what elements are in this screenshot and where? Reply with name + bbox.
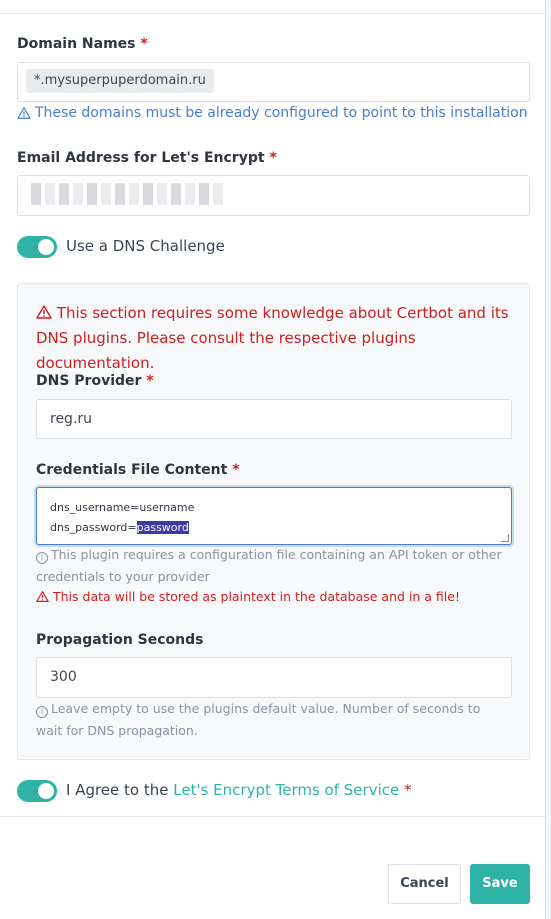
resize-grip-icon[interactable] bbox=[501, 534, 509, 542]
warning-triangle-icon bbox=[36, 305, 52, 319]
credentials-label-text: Credentials File Content bbox=[36, 462, 228, 478]
agree-tos-label: I Agree to the Let's Encrypt Terms of Se… bbox=[66, 781, 412, 799]
info-icon: i bbox=[36, 706, 48, 718]
required-mark: * bbox=[269, 150, 277, 166]
credentials-hint-text: This plugin requires a configuration fil… bbox=[36, 547, 502, 584]
required-mark: * bbox=[232, 462, 240, 478]
credentials-line-1: dns_username=username bbox=[50, 501, 195, 514]
credentials-hint: i This plugin requires a configuration fi… bbox=[36, 544, 506, 588]
plaintext-warning: This data will be stored as plaintext in… bbox=[36, 589, 460, 604]
modal-scrollbar-edge bbox=[545, 0, 551, 919]
propagation-label: Propagation Seconds bbox=[36, 632, 204, 648]
domain-tag[interactable]: *.mysuperpuperdomain.ru bbox=[26, 69, 214, 93]
modal-footer-divider bbox=[0, 816, 545, 817]
required-mark: * bbox=[404, 781, 412, 799]
selected-text: password bbox=[136, 521, 189, 534]
domain-names-label: Domain Names * bbox=[17, 36, 148, 52]
credentials-line-2-prefix: dns_password= bbox=[50, 521, 137, 534]
agree-tos-toggle[interactable] bbox=[17, 780, 57, 802]
domain-names-hint-text: These domains must be already configured… bbox=[35, 105, 528, 121]
cancel-button[interactable]: Cancel bbox=[388, 864, 461, 904]
dns-provider-select[interactable] bbox=[36, 399, 512, 439]
required-mark: * bbox=[140, 36, 148, 52]
modal-top-divider bbox=[0, 13, 545, 14]
dns-provider-value: reg.ru bbox=[50, 411, 93, 427]
certbot-warning: This section requires some knowledge abo… bbox=[36, 301, 516, 376]
propagation-hint-text: Leave empty to use the plugins default v… bbox=[36, 701, 481, 738]
propagation-hint: i Leave empty to use the plugins default … bbox=[36, 698, 506, 742]
dns-challenge-label: Use a DNS Challenge bbox=[66, 237, 225, 255]
warning-triangle-icon bbox=[17, 107, 31, 119]
agree-prefix: I Agree to the bbox=[66, 781, 169, 799]
credentials-label: Credentials File Content * bbox=[36, 462, 240, 478]
info-icon: i bbox=[36, 552, 48, 564]
warning-triangle-icon bbox=[36, 591, 49, 602]
propagation-seconds-value: 300 bbox=[50, 669, 77, 685]
email-label-text: Email Address for Let's Encrypt bbox=[17, 150, 265, 166]
email-value-redacted bbox=[31, 183, 223, 205]
credentials-textarea[interactable]: dns_username=username dns_password=passw… bbox=[36, 487, 512, 545]
required-mark: * bbox=[146, 373, 154, 389]
save-button[interactable]: Save bbox=[470, 864, 530, 904]
dns-provider-label: DNS Provider * bbox=[36, 373, 154, 389]
email-label: Email Address for Let's Encrypt * bbox=[17, 150, 277, 166]
domain-names-hint: These domains must be already configured… bbox=[17, 105, 528, 121]
tos-link[interactable]: Let's Encrypt Terms of Service bbox=[173, 781, 399, 799]
credentials-line-2: dns_password=password bbox=[50, 518, 498, 538]
dns-provider-label-text: DNS Provider bbox=[36, 373, 142, 389]
certbot-warning-text: This section requires some knowledge abo… bbox=[36, 304, 509, 372]
domain-names-label-text: Domain Names bbox=[17, 36, 136, 52]
dns-challenge-toggle[interactable] bbox=[17, 236, 57, 258]
plaintext-warning-text: This data will be stored as plaintext in… bbox=[53, 589, 460, 604]
propagation-seconds-input[interactable] bbox=[36, 657, 512, 698]
